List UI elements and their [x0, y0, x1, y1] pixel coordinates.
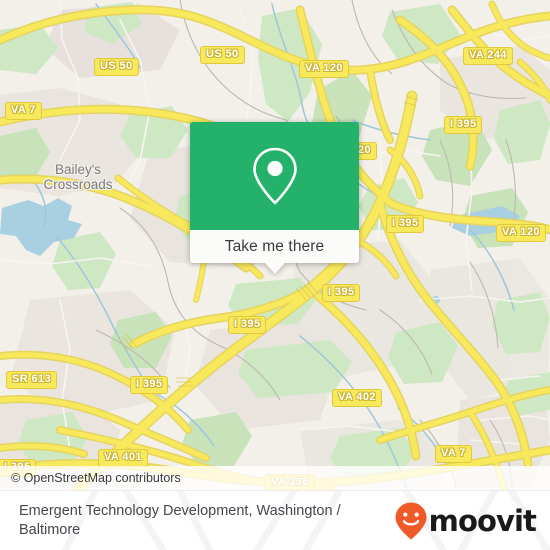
road-shield-i-395-mid: I 395 — [386, 215, 425, 233]
popup-tail-arrow — [264, 263, 285, 274]
place-label-baileys-crossroads: Bailey's Crossroads — [18, 162, 138, 192]
moovit-smiley-pin-icon — [395, 502, 427, 540]
road-shield-i-395-south: I 395 — [130, 376, 169, 394]
road-shield-va-7-west: VA 7 — [5, 102, 42, 120]
take-me-there-button[interactable]: Take me there — [190, 230, 359, 263]
road-shield-va-120-north: VA 120 — [299, 60, 349, 78]
moovit-map-screenshot: .rd-case { fill:none; stroke:#e5d45f; st… — [0, 0, 550, 550]
map-pin-icon — [252, 147, 297, 205]
take-me-there-label: Take me there — [224, 237, 325, 255]
road-shield-va-244: VA 244 — [463, 47, 513, 65]
moovit-wordmark: moovit — [428, 504, 537, 538]
page-footer: Emergent Technology Development, Washing… — [0, 490, 550, 550]
road-shield-us-50-east: US 50 — [200, 46, 245, 64]
place-label-line-1: Bailey's — [54, 162, 102, 177]
road-shield-i-395-center: I 395 — [322, 284, 361, 302]
osm-attribution-text[interactable]: © OpenStreetMap contributors — [0, 471, 181, 485]
road-shield-i-395-upper: I 395 — [444, 116, 483, 134]
place-label-line-2: Crossroads — [43, 177, 113, 192]
location-popup[interactable]: Take me there — [190, 122, 359, 274]
map-attribution-bar: © OpenStreetMap contributors — [0, 466, 550, 490]
moovit-logo[interactable]: moovit — [394, 501, 537, 541]
road-shield-us-50-west: US 50 — [94, 58, 139, 76]
road-shield-va-7-east: VA 7 — [435, 445, 472, 463]
road-shield-va-402: VA 402 — [332, 389, 382, 407]
page-title: Emergent Technology Development, Washing… — [19, 503, 341, 538]
popup-header — [190, 122, 359, 230]
road-shield-va-120-east: VA 120 — [496, 224, 546, 242]
road-shield-va-401: VA 401 — [98, 449, 148, 467]
road-shield-i-395-west: I 395 — [228, 316, 267, 334]
road-shield-sr-613: SR 613 — [6, 371, 58, 389]
